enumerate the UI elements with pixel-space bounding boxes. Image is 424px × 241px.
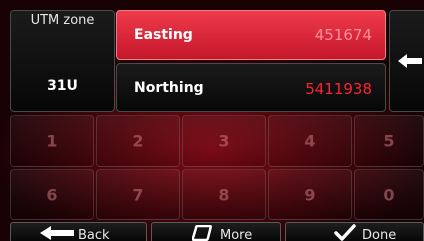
utm-zone-value: 31U [47,78,78,94]
key-6-label: 6 [46,185,58,204]
northing-label: Northing [134,80,204,96]
utm-zone-label: UTM zone [30,13,95,28]
northing-value: 5411938 [305,80,372,98]
checkmark-icon [334,224,356,241]
key-4[interactable]: 4 [268,115,352,167]
key-6[interactable]: 6 [10,169,94,220]
key-4-label: 4 [304,131,316,151]
key-0-label: 0 [383,185,395,204]
easting-value: 451674 [314,26,372,44]
key-3-label: 3 [218,131,230,151]
more-button-label: More [220,228,253,241]
more-icon [192,225,212,241]
key-9[interactable]: 9 [268,169,352,220]
key-1-label: 1 [46,131,58,151]
key-8[interactable]: 8 [182,169,266,220]
back-button-label: Back [78,228,110,241]
key-1[interactable]: 1 [10,115,94,167]
arrow-left-icon [40,226,74,240]
key-3[interactable]: 3 [182,115,266,167]
easting-label: Easting [134,27,193,43]
key-0[interactable]: 0 [354,169,424,220]
key-9-label: 9 [304,185,316,204]
key-8-label: 8 [218,185,230,204]
coordinate-entry-screen: UTM zone 31U Easting 451674 Northing 541… [0,0,424,241]
key-5-label: 5 [383,131,395,151]
more-button[interactable] [151,222,281,241]
key-7[interactable]: 7 [96,169,180,220]
key-7-label: 7 [132,185,144,204]
key-5[interactable]: 5 [354,115,424,167]
key-2[interactable]: 2 [96,115,180,167]
key-2-label: 2 [132,131,144,151]
backspace-arrow-icon [398,54,422,68]
done-button-label: Done [362,228,397,241]
